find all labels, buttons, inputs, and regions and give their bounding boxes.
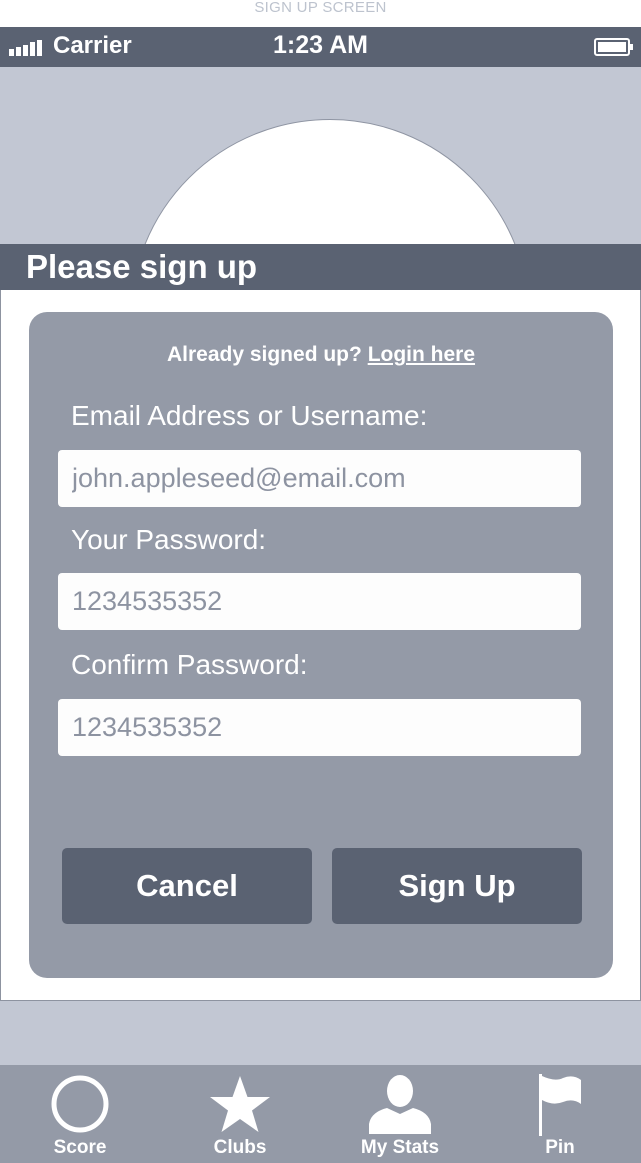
person-icon	[369, 1075, 431, 1134]
tab-label: Pin	[545, 1137, 575, 1158]
cancel-button[interactable]: Cancel	[62, 848, 312, 924]
circle-icon	[51, 1075, 109, 1133]
password-label: Your Password:	[71, 524, 267, 555]
page-title: Please sign up	[26, 248, 258, 285]
email-field[interactable]	[58, 450, 581, 507]
phone-screen: Carrier 1:23 AM Please sign up Already s…	[0, 27, 641, 1163]
title-bar: Please sign up	[0, 244, 641, 290]
already-signed-up-text: Already signed up? Login here	[29, 343, 613, 367]
tab-bar: Score Clubs My Stats Pin	[0, 1065, 641, 1163]
star-icon	[210, 1076, 270, 1132]
status-bar: Carrier 1:23 AM	[0, 27, 641, 67]
signup-form-card: Already signed up? Login here Email Addr…	[29, 312, 613, 978]
tab-clubs[interactable]: Clubs	[160, 1065, 320, 1163]
tab-score[interactable]: Score	[0, 1065, 160, 1163]
bottom-background	[0, 1001, 641, 1065]
login-link[interactable]: Login here	[368, 343, 475, 366]
avatar-placeholder[interactable]	[130, 119, 530, 244]
confirm-password-label: Confirm Password:	[71, 649, 308, 680]
profile-header	[0, 67, 641, 244]
flag-icon	[539, 1074, 581, 1136]
tab-label: My Stats	[360, 1137, 440, 1158]
password-field[interactable]	[58, 573, 581, 630]
tab-label: Clubs	[213, 1137, 267, 1158]
battery-icon	[594, 38, 633, 56]
already-prefix: Already signed up?	[166, 343, 362, 366]
email-label: Email Address or Username:	[71, 400, 428, 431]
tab-pin[interactable]: Pin	[480, 1065, 640, 1163]
tab-my-stats[interactable]: My Stats	[320, 1065, 480, 1163]
tab-label: Score	[53, 1137, 107, 1158]
status-time: 1:23 AM	[273, 31, 368, 59]
confirm-password-field[interactable]	[58, 699, 581, 756]
sign-up-button[interactable]: Sign Up	[332, 848, 582, 924]
screen-caption: SIGN UP SCREEN	[254, 0, 387, 16]
